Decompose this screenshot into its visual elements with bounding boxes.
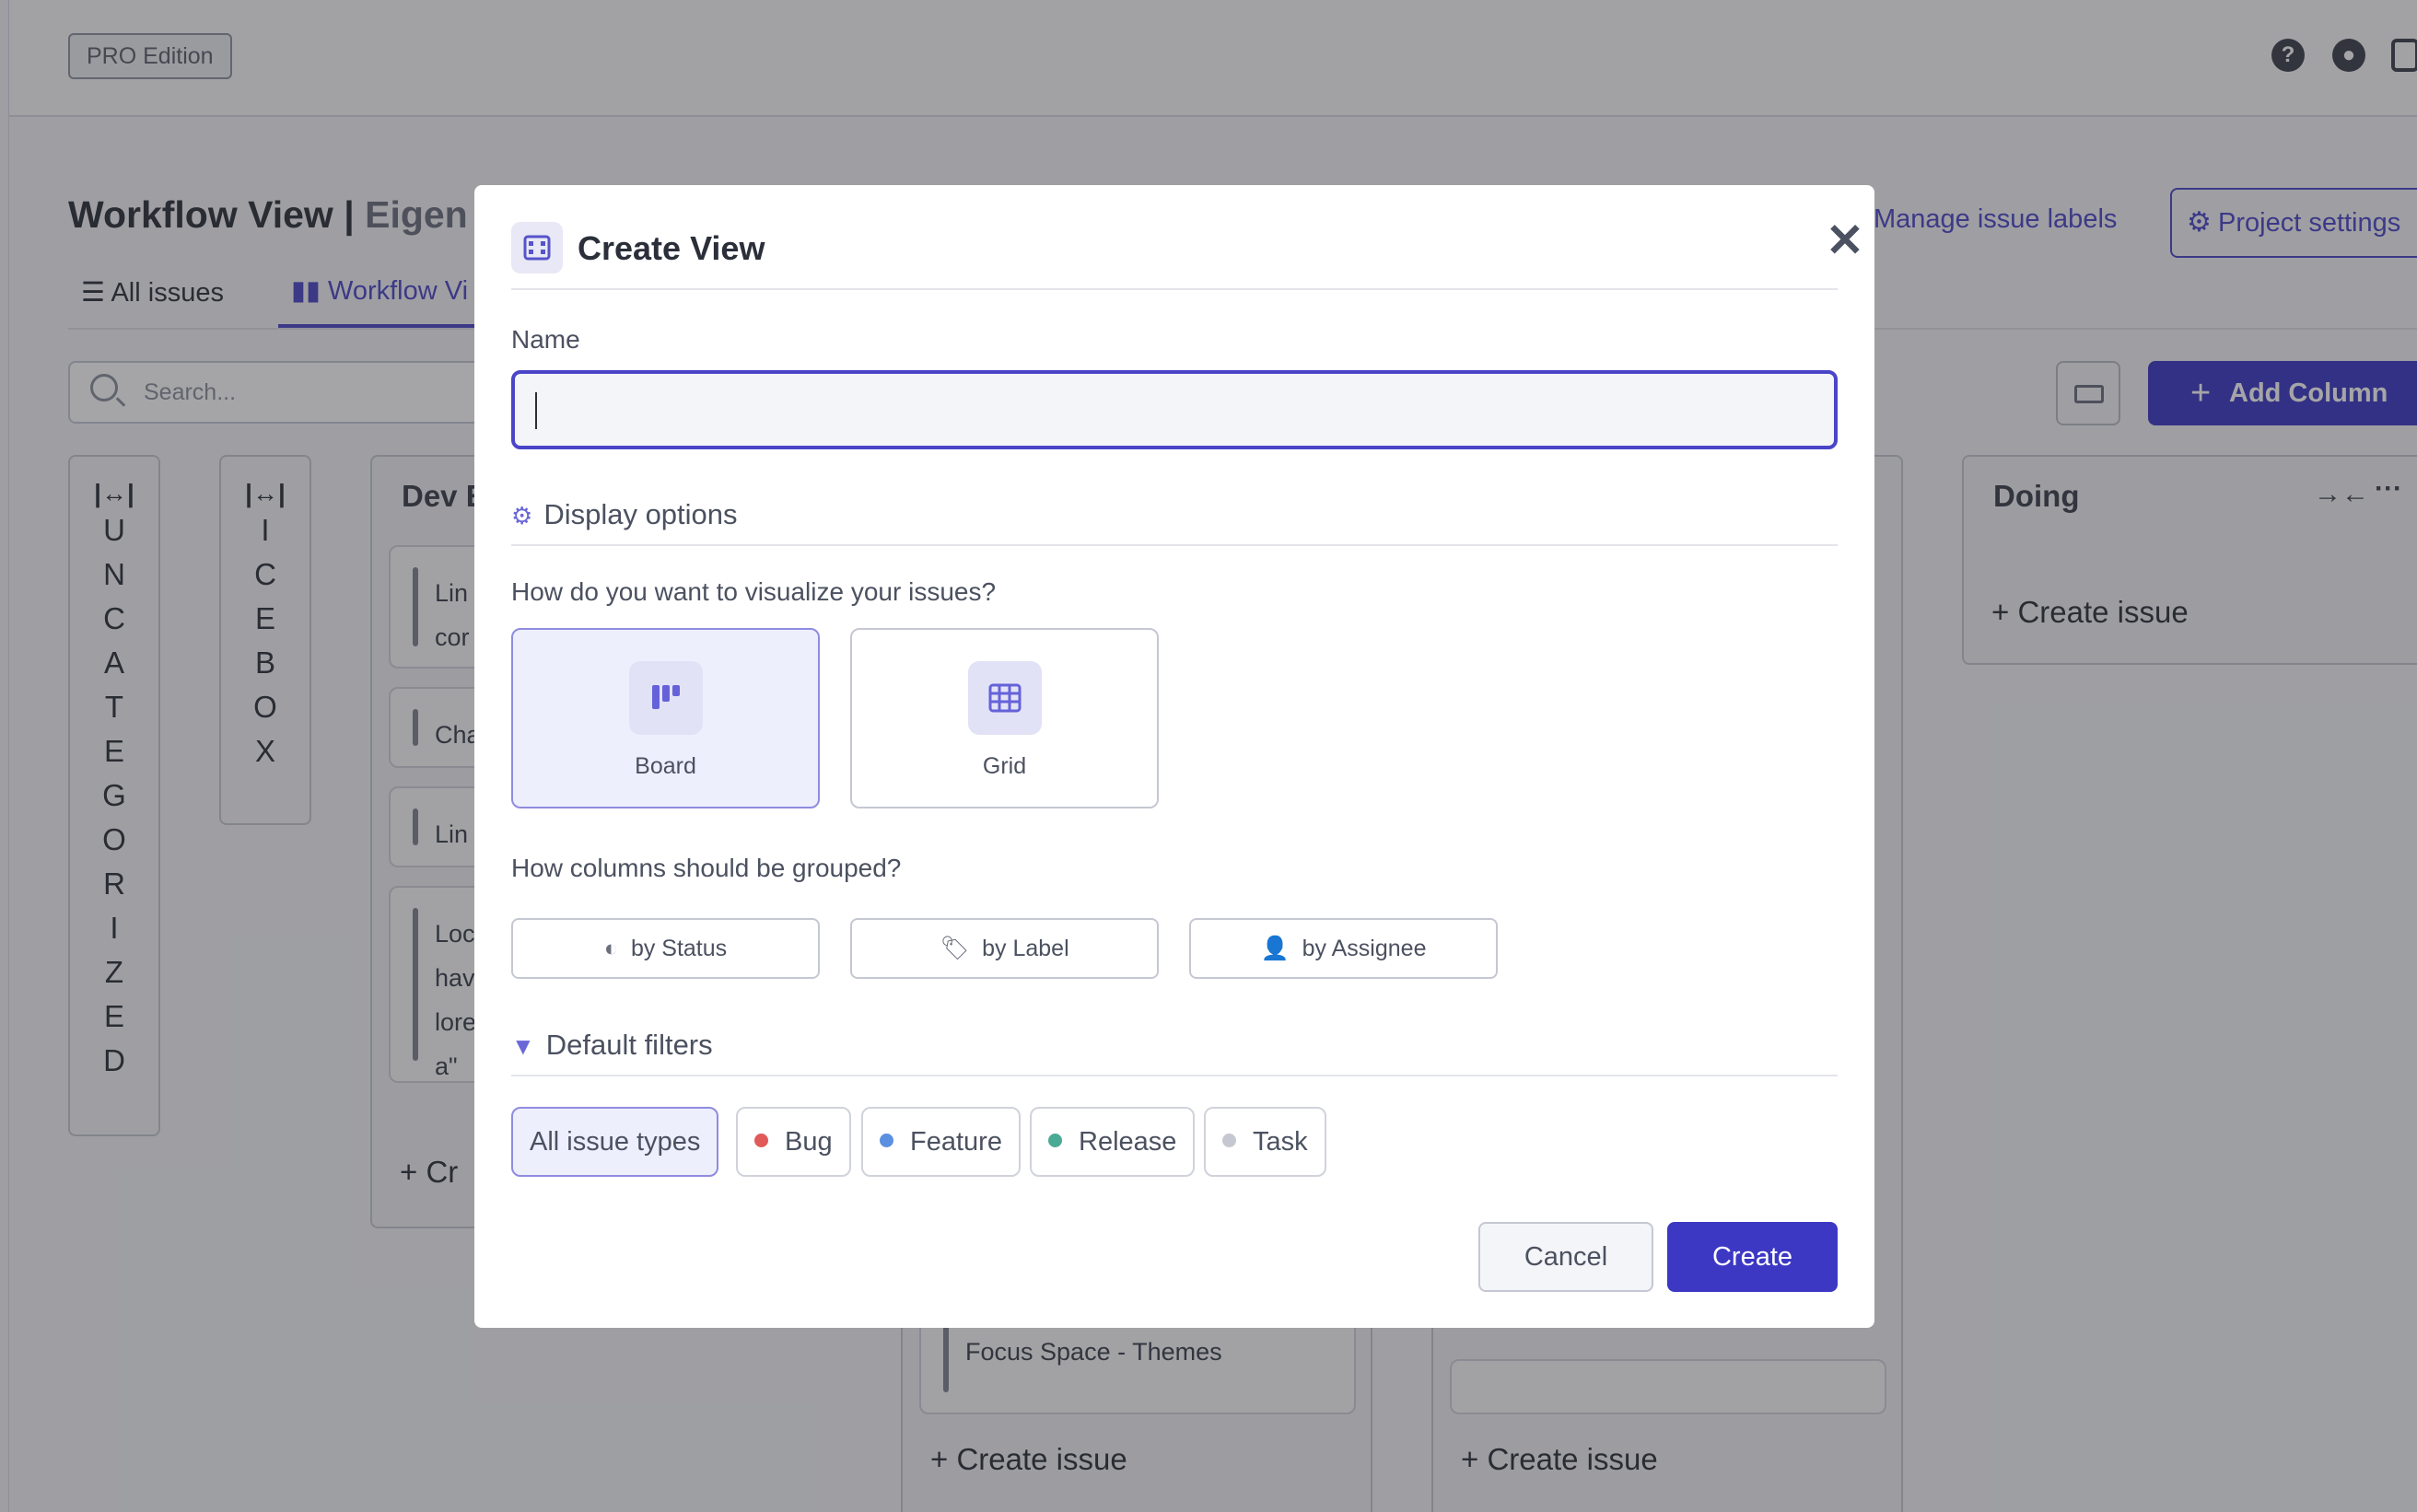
divider xyxy=(511,1075,1838,1076)
divider xyxy=(511,288,1838,290)
filter-release[interactable]: Release xyxy=(1030,1107,1196,1177)
grid-icon xyxy=(968,661,1042,735)
create-view-dialog: Create View ✕ Name ⚙ Display options How … xyxy=(474,185,1874,1328)
close-icon[interactable]: ✕ xyxy=(1817,213,1873,268)
filter-bug[interactable]: Bug xyxy=(736,1107,851,1177)
filter-all-issue-types[interactable]: All issue types xyxy=(511,1107,719,1177)
view-icon xyxy=(511,222,563,273)
cancel-button[interactable]: Cancel xyxy=(1478,1222,1653,1292)
visualize-question: How do you want to visualize your issues… xyxy=(511,577,997,606)
group-by-label-button[interactable]: 🏷 by Label xyxy=(850,918,1159,979)
board-icon xyxy=(629,661,703,735)
filter-icon: ▼ xyxy=(511,1032,535,1060)
tags-icon: 🏷 xyxy=(940,936,970,961)
bug-dot-icon xyxy=(754,1133,768,1147)
half-circle-icon: ◐ xyxy=(603,936,618,961)
group-by-status-button[interactable]: ◐ by Status xyxy=(511,918,820,979)
default-filters-heading: ▼ Default filters xyxy=(511,1029,713,1061)
name-label: Name xyxy=(511,325,580,354)
create-button[interactable]: Create xyxy=(1667,1222,1838,1292)
filter-task[interactable]: Task xyxy=(1204,1107,1326,1177)
group-by-assignee-button[interactable]: 👤 by Assignee xyxy=(1189,918,1498,979)
task-dot-icon xyxy=(1222,1133,1236,1147)
group-question: How columns should be grouped? xyxy=(511,854,902,882)
gears-icon: ⚙ xyxy=(511,502,533,529)
display-options-heading: ⚙ Display options xyxy=(511,498,738,530)
release-dot-icon xyxy=(1048,1133,1062,1147)
view-type-board[interactable]: Board xyxy=(511,628,820,808)
view-type-grid[interactable]: Grid xyxy=(850,628,1159,808)
feature-dot-icon xyxy=(880,1133,893,1147)
dialog-title: Create View xyxy=(578,229,765,267)
divider xyxy=(511,544,1838,546)
filter-feature[interactable]: Feature xyxy=(861,1107,1021,1177)
text-caret xyxy=(535,392,537,429)
user-icon: 👤 xyxy=(1260,936,1290,961)
name-input[interactable] xyxy=(511,370,1838,449)
